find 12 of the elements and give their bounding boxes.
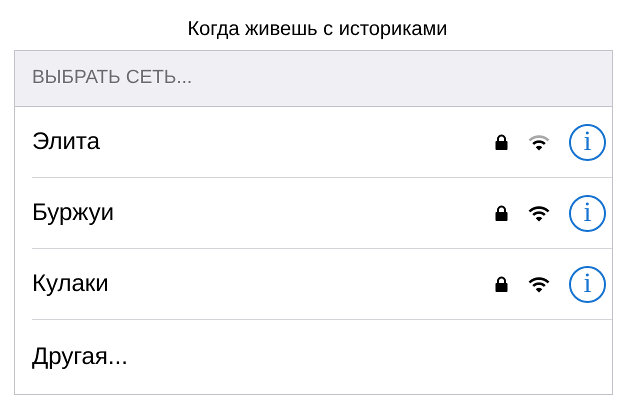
network-row[interactable]: Элита i [32,107,612,178]
other-network-item[interactable]: Другая... [32,339,606,375]
info-button[interactable]: i [569,266,606,302]
network-name: Буржуи [32,198,116,228]
network-name: Элита [32,127,101,157]
network-row[interactable]: Буржуи i [32,178,612,249]
network-row[interactable]: Кулаки i [32,249,612,320]
caption: Когда живешь с историками [186,17,448,42]
info-button[interactable]: i [569,194,606,232]
info-button[interactable]: i [569,124,606,160]
section-header: ВЫБРАТЬ СЕТЬ... [32,66,192,90]
network-name: Кулаки [32,269,110,299]
